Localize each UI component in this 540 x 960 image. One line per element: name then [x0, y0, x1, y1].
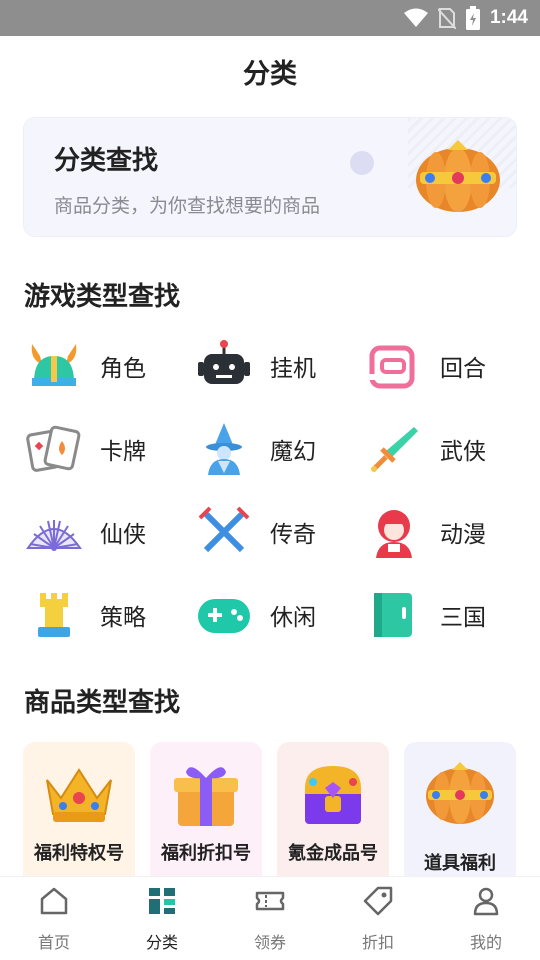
- book-icon: [374, 593, 412, 637]
- product-section-title: 商品类型查找: [24, 688, 181, 718]
- game-category-label: 角色: [100, 356, 146, 382]
- pumpkin-chest-icon: [416, 140, 500, 212]
- status-time: 1:44: [489, 7, 528, 28]
- home-icon: [40, 887, 68, 915]
- game-category-three-kingdoms[interactable]: 三国: [366, 587, 526, 643]
- game-category-label: 仙侠: [100, 522, 146, 548]
- battery-icon: [465, 6, 480, 30]
- game-category-label: 休闲: [270, 605, 316, 631]
- nav-label: 领券: [253, 933, 286, 952]
- product-card-label: 道具福利: [424, 853, 496, 874]
- user-icon: [473, 887, 499, 916]
- banner-title: 分类查找: [54, 146, 159, 176]
- game-category-label: 卡牌: [100, 439, 146, 465]
- game-category-martial-arts[interactable]: 武侠: [366, 421, 526, 477]
- category-icon: [149, 888, 175, 914]
- game-category-label: 动漫: [440, 522, 486, 548]
- game-category-turn-based[interactable]: 回合: [366, 338, 526, 394]
- chess-rook-icon: [38, 593, 70, 637]
- bottom-nav: 首页 分类 领券 折扣 我的: [0, 876, 540, 960]
- treasure-chest-icon: [305, 766, 361, 824]
- product-card-discount[interactable]: 福利折扣号: [150, 742, 262, 892]
- banner-subtitle: 商品分类，为你查找想要的商品: [54, 195, 321, 217]
- turn-icon: [368, 345, 415, 389]
- game-category-label: 三国: [440, 605, 486, 631]
- anime-girl-icon: [376, 510, 412, 558]
- banner-decor-dot: [350, 151, 374, 175]
- category-banner: 分类查找 商品分类，为你查找想要的商品: [23, 117, 517, 237]
- product-card-premium[interactable]: 氪金成品号: [277, 742, 389, 892]
- wizard-icon: [206, 423, 242, 475]
- nav-profile[interactable]: 我的: [432, 877, 540, 960]
- game-category-label: 回合: [440, 356, 486, 382]
- nav-label: 我的: [469, 933, 502, 952]
- game-section-title: 游戏类型查找: [24, 282, 181, 312]
- game-category-label: 魔幻: [270, 439, 316, 465]
- game-category-label: 传奇: [270, 522, 316, 548]
- game-category-idle[interactable]: 挂机: [196, 338, 356, 394]
- app-header: 分类: [0, 36, 540, 102]
- game-category-label: 武侠: [440, 439, 486, 465]
- gamepad-icon: [198, 599, 250, 633]
- status-icons: 1:44: [403, 6, 528, 30]
- playing-cards-icon: [26, 425, 81, 472]
- nav-coupons[interactable]: 领券: [216, 877, 324, 960]
- pumpkin-chest-icon: [426, 762, 494, 824]
- game-category-legend[interactable]: 传奇: [196, 504, 356, 560]
- product-card-label: 氪金成品号: [288, 843, 378, 864]
- page-title: 分类: [243, 59, 297, 90]
- wifi-icon: [403, 8, 428, 27]
- tag-icon: [363, 886, 393, 916]
- game-category-card[interactable]: 卡牌: [26, 421, 186, 477]
- gift-box-icon: [174, 767, 238, 826]
- game-category-label: 策略: [100, 605, 146, 631]
- robot-icon: [198, 340, 250, 384]
- crown-icon: [46, 768, 112, 822]
- crossed-swords-icon: [198, 506, 250, 553]
- product-card-privilege[interactable]: 福利特权号: [23, 742, 135, 892]
- game-category-xianxia[interactable]: 仙侠: [26, 504, 186, 560]
- ticket-icon: [255, 891, 285, 911]
- nav-home[interactable]: 首页: [0, 877, 108, 960]
- game-category-anime[interactable]: 动漫: [366, 504, 526, 560]
- nav-label: 首页: [37, 933, 70, 952]
- product-card-items[interactable]: 道具福利: [404, 742, 516, 892]
- nav-label: 分类: [145, 933, 178, 952]
- game-category-casual[interactable]: 休闲: [196, 587, 356, 643]
- nav-label: 折扣: [361, 933, 394, 952]
- status-bar: 1:44: [0, 0, 540, 36]
- nav-discount[interactable]: 折扣: [324, 877, 432, 960]
- folding-fan-icon: [26, 520, 82, 551]
- product-card-label: 福利特权号: [34, 843, 124, 864]
- product-card-label: 福利折扣号: [161, 843, 251, 864]
- game-category-fantasy[interactable]: 魔幻: [196, 421, 356, 477]
- game-category-label: 挂机: [270, 356, 316, 382]
- game-category-strategy[interactable]: 策略: [26, 587, 186, 643]
- viking-helmet-icon: [31, 344, 77, 386]
- sword-icon: [371, 427, 418, 472]
- no-sim-icon: [437, 8, 456, 29]
- nav-category[interactable]: 分类: [108, 877, 216, 960]
- game-category-role[interactable]: 角色: [26, 338, 186, 394]
